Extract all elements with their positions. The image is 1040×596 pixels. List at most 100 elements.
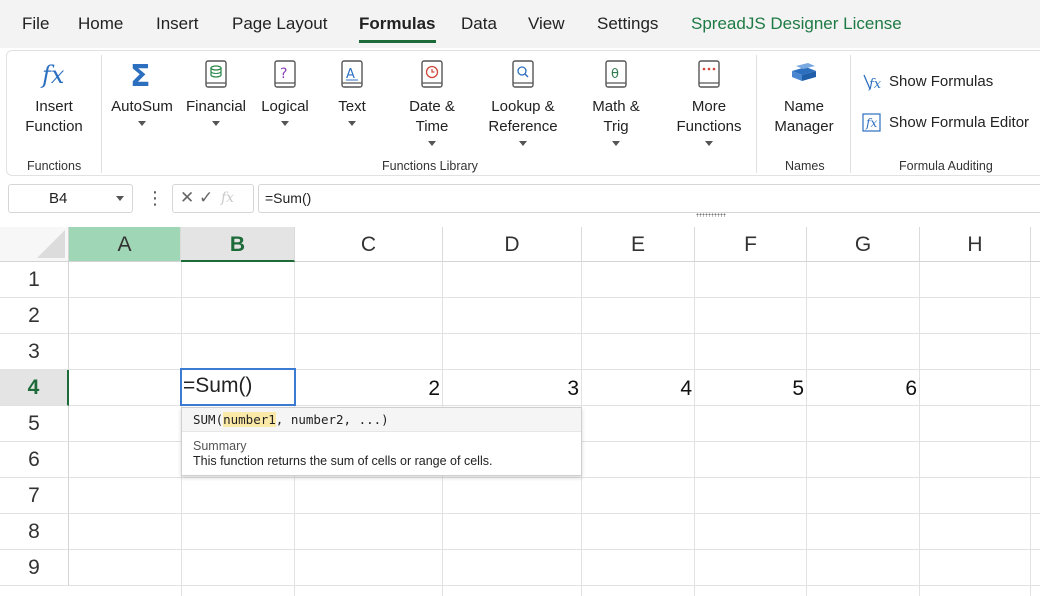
chevron-down-icon[interactable] xyxy=(116,196,124,201)
row-header-2[interactable]: 2 xyxy=(0,298,69,334)
column-header-d[interactable]: D xyxy=(443,227,582,262)
sigma-icon: Σ xyxy=(107,57,177,97)
column-header-e[interactable]: E xyxy=(582,227,695,262)
lookup-reference-button[interactable]: Lookup & Reference xyxy=(483,57,563,146)
row-header-1[interactable]: 1 xyxy=(0,262,69,298)
function-name: SUM( xyxy=(193,412,224,427)
theta-book-icon: θ xyxy=(585,57,647,97)
svg-text:fx: fx xyxy=(865,116,877,130)
cell-e4[interactable]: 4 xyxy=(582,371,692,407)
row-header-3[interactable]: 3 xyxy=(0,334,69,370)
chevron-down-icon xyxy=(212,121,220,126)
cell-c4[interactable]: 2 xyxy=(295,371,440,407)
column-header-a[interactable]: A xyxy=(69,227,181,262)
tab-file[interactable]: File xyxy=(22,14,49,34)
current-argument: number1 xyxy=(223,412,276,427)
insert-function-icon[interactable]: fx xyxy=(221,190,234,206)
show-formula-editor-button[interactable]: fx Show Formula Editor xyxy=(861,112,1029,134)
active-cell-editor[interactable]: =Sum() xyxy=(180,368,296,406)
date-time-label-2: Time xyxy=(415,118,449,135)
gridline xyxy=(69,513,1040,514)
cancel-icon[interactable]: ✕ xyxy=(180,188,194,208)
autosum-button[interactable]: Σ AutoSum xyxy=(107,57,177,126)
gridline xyxy=(69,549,1040,550)
date-time-button[interactable]: Date & Time xyxy=(397,57,467,146)
cell-d4[interactable]: 3 xyxy=(443,371,579,407)
row-header-8[interactable]: 8 xyxy=(0,514,69,550)
more-functions-label-2: Functions xyxy=(676,118,742,135)
gridline xyxy=(69,585,1040,586)
math-trig-button[interactable]: θ Math & Trig xyxy=(585,57,647,146)
group-label-functions: Functions xyxy=(27,159,82,173)
formula-bar: B4 ⋮ ✕ ✓ fx =Sum() xyxy=(0,180,1040,218)
gridline xyxy=(1030,262,1031,596)
select-all-corner[interactable] xyxy=(0,227,69,262)
tab-page-layout[interactable]: Page Layout xyxy=(232,14,327,34)
insert-function-label-2: Function xyxy=(25,118,83,135)
row-header-7[interactable]: 7 xyxy=(0,478,69,514)
group-divider xyxy=(101,55,102,173)
gridline xyxy=(69,333,1040,334)
function-tooltip: SUM(number1, number2, ...) Summary This … xyxy=(181,407,582,476)
column-header-partial[interactable] xyxy=(1031,227,1040,262)
tab-view[interactable]: View xyxy=(528,14,565,34)
tab-formulas[interactable]: Formulas xyxy=(359,14,436,43)
insert-function-button[interactable]: fx Insert Function xyxy=(15,57,93,137)
lookup-book-icon xyxy=(483,57,563,97)
cell-g4[interactable]: 6 xyxy=(807,371,917,407)
formula-input[interactable]: =Sum() xyxy=(258,184,1040,213)
svg-text:θ: θ xyxy=(611,67,619,82)
financial-label: Financial xyxy=(185,98,247,115)
gridline xyxy=(69,477,1040,478)
tab-data[interactable]: Data xyxy=(461,14,497,34)
math-trig-label-1: Math & xyxy=(592,98,640,115)
group-divider xyxy=(756,55,757,173)
name-manager-button[interactable]: Name Manager xyxy=(765,57,843,137)
column-header-c[interactable]: C xyxy=(295,227,443,262)
name-box[interactable]: B4 xyxy=(8,184,133,213)
fx-icon: fx xyxy=(15,57,93,97)
cell-f4[interactable]: 5 xyxy=(695,371,804,407)
svg-text:?: ? xyxy=(280,66,287,82)
text-book-icon: A xyxy=(327,57,377,97)
chevron-down-icon xyxy=(519,141,527,146)
group-label-names: Names xyxy=(785,159,825,173)
svg-text:fx: fx xyxy=(868,77,882,92)
column-header-f[interactable]: F xyxy=(695,227,807,262)
menu-bar: File Home Insert Page Layout Formulas Da… xyxy=(0,0,1040,48)
more-vertical-icon[interactable]: ⋮ xyxy=(146,188,164,208)
clock-book-icon xyxy=(397,57,467,97)
tab-insert[interactable]: Insert xyxy=(156,14,199,34)
row-header-9[interactable]: 9 xyxy=(0,550,69,586)
column-header-b[interactable]: B xyxy=(181,227,295,262)
name-manager-label-2: Manager xyxy=(774,118,834,135)
show-formulas-button[interactable]: fx Show Formulas xyxy=(861,71,993,93)
spreadsheet-grid: A B C D E F G H 1 2 3 4 5 6 7 8 9 2 3 4 … xyxy=(0,227,1040,596)
row-header-6[interactable]: 6 xyxy=(0,442,69,478)
chevron-down-icon xyxy=(348,121,356,126)
logical-button[interactable]: ? Logical xyxy=(257,57,313,126)
tab-home[interactable]: Home xyxy=(78,14,123,34)
show-formula-editor-label: Show Formula Editor xyxy=(889,113,1030,131)
text-functions-button[interactable]: A Text xyxy=(327,57,377,126)
gridline xyxy=(694,262,695,596)
summary-text: This function returns the sum of cells o… xyxy=(193,454,493,468)
lookup-label-2: Reference xyxy=(488,118,558,135)
tab-license[interactable]: SpreadJS Designer License xyxy=(691,14,902,34)
more-functions-button[interactable]: More Functions xyxy=(671,57,747,146)
logical-book-icon: ? xyxy=(257,57,313,97)
row-header-4[interactable]: 4 xyxy=(0,370,69,406)
more-book-icon xyxy=(671,57,747,97)
group-label-formula-auditing: Formula Auditing xyxy=(899,159,993,173)
splitter-grip[interactable] xyxy=(696,213,726,217)
tab-settings[interactable]: Settings xyxy=(597,14,658,34)
column-header-g[interactable]: G xyxy=(807,227,920,262)
column-header-h[interactable]: H xyxy=(920,227,1031,262)
financial-button[interactable]: Financial xyxy=(185,57,247,126)
date-time-label-1: Date & xyxy=(409,98,455,115)
gridline xyxy=(919,262,920,596)
row-header-5[interactable]: 5 xyxy=(0,406,69,442)
name-manager-label-1: Name xyxy=(783,98,824,115)
more-functions-label-1: More xyxy=(691,98,727,115)
confirm-icon[interactable]: ✓ xyxy=(199,188,213,208)
